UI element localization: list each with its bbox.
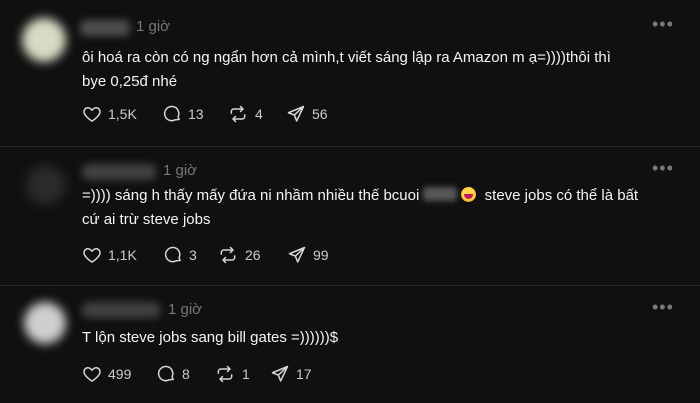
more-icon[interactable]: ••• — [652, 14, 674, 35]
share-button[interactable]: 17 — [270, 364, 312, 384]
comment-count: 13 — [188, 106, 204, 122]
post-time: 1 giờ — [168, 301, 203, 318]
repost-button[interactable]: 26 — [217, 245, 261, 265]
heart-icon — [82, 245, 102, 265]
like-button[interactable]: 499 — [82, 364, 131, 384]
like-count: 499 — [108, 366, 132, 382]
post-time: 1 giờ — [163, 162, 198, 179]
repost-icon — [217, 245, 239, 265]
repost-icon — [227, 104, 249, 124]
share-count: 17 — [296, 366, 312, 382]
share-icon — [270, 364, 290, 384]
username-blurred[interactable] — [82, 164, 156, 180]
post-text-line: cứ ai trừ steve jobs — [82, 211, 211, 228]
post-text-line: =)))) sáng h thấy mấy đứa ni nhầm nhiều … — [82, 184, 662, 208]
comment-button[interactable]: 13 — [162, 104, 204, 124]
post-2: 1 giờ ••• =)))) sáng h thấy mấy đứa ni n… — [0, 147, 700, 285]
post-actions: 1,5K 13 4 56 — [82, 104, 382, 126]
like-count: 1,5K — [108, 106, 137, 122]
repost-count: 4 — [255, 106, 263, 122]
more-icon[interactable]: ••• — [652, 297, 674, 318]
share-button[interactable]: 56 — [286, 104, 328, 124]
repost-count: 1 — [242, 366, 250, 382]
avatar[interactable] — [26, 165, 66, 205]
post-actions: 1,1K 3 26 99 — [82, 245, 382, 267]
post-actions: 499 8 1 17 — [82, 364, 382, 386]
share-icon — [286, 104, 306, 124]
comment-icon — [156, 364, 176, 384]
post-text-segment: steve jobs có thể là bất — [484, 187, 639, 204]
post-text-line: ôi hoá ra còn có ng ngẩn hơn cả mình,t v… — [82, 49, 611, 66]
share-count: 56 — [312, 106, 328, 122]
post-text: =)))) sáng h thấy mấy đứa ni nhầm nhiều … — [82, 184, 662, 232]
blurred-word — [423, 187, 458, 201]
avatar[interactable] — [22, 18, 66, 62]
repost-count: 26 — [245, 247, 261, 263]
post-1: 1 giờ ••• ôi hoá ra còn có ng ngẩn hơn c… — [0, 0, 700, 146]
avatar[interactable] — [24, 302, 66, 344]
heart-icon — [82, 364, 102, 384]
like-count: 1,1K — [108, 247, 137, 263]
share-icon — [287, 245, 307, 265]
laughing-crying-emoji-icon — [461, 187, 477, 202]
username-blurred[interactable] — [82, 302, 160, 318]
like-button[interactable]: 1,1K — [82, 245, 137, 265]
comment-icon — [163, 245, 183, 265]
repost-button[interactable]: 4 — [227, 104, 263, 124]
post-text-segment: =)))) sáng h thấy mấy đứa ni nhầm nhiều … — [82, 187, 420, 204]
post-text: T lộn steve jobs sang bill gates =))))))… — [82, 326, 662, 350]
comment-icon — [162, 104, 182, 124]
post-3: 1 giờ ••• T lộn steve jobs sang bill gat… — [0, 286, 700, 403]
username-blurred[interactable] — [80, 20, 130, 36]
comment-count: 8 — [182, 366, 190, 382]
repost-button[interactable]: 1 — [214, 364, 250, 384]
post-text-line: bye 0,25đ nhé — [82, 73, 178, 90]
repost-icon — [214, 364, 236, 384]
share-button[interactable]: 99 — [287, 245, 329, 265]
post-text: ôi hoá ra còn có ng ngẩn hơn cả mình,t v… — [82, 46, 662, 94]
comment-count: 3 — [189, 247, 197, 263]
heart-icon — [82, 104, 102, 124]
like-button[interactable]: 1,5K — [82, 104, 137, 124]
more-icon[interactable]: ••• — [652, 158, 674, 179]
post-time: 1 giờ — [136, 18, 171, 35]
share-count: 99 — [313, 247, 329, 263]
comment-button[interactable]: 3 — [163, 245, 197, 265]
post-text-line: T lộn steve jobs sang bill gates =))))))… — [82, 329, 339, 346]
comment-button[interactable]: 8 — [156, 364, 190, 384]
